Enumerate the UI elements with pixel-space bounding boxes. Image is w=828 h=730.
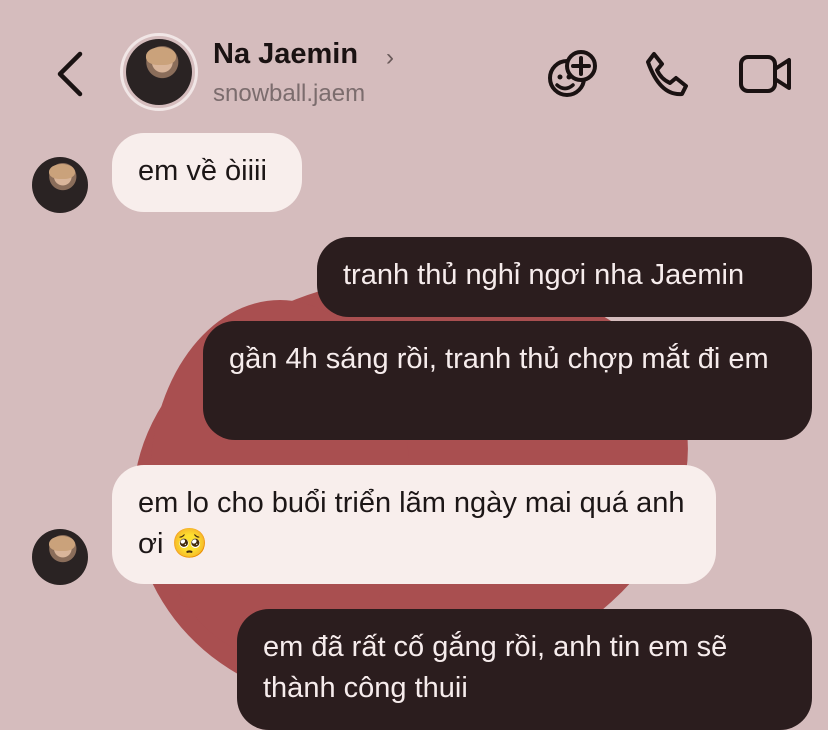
avatar[interactable] bbox=[32, 529, 88, 585]
add-effect-icon bbox=[548, 50, 597, 97]
video-icon bbox=[739, 55, 791, 93]
incoming-message[interactable]: em lo cho buổi triển lãm ngày mai quá an… bbox=[112, 465, 716, 584]
outgoing-message[interactable]: em đã rất cố gắng rồi, anh tin em sẽ thà… bbox=[237, 609, 812, 730]
phone-icon bbox=[646, 52, 688, 97]
contact-username: snowball.jaem bbox=[213, 80, 366, 107]
back-icon bbox=[57, 51, 83, 97]
contact-name[interactable]: Na Jaemin bbox=[213, 38, 358, 71]
avatar[interactable] bbox=[32, 157, 88, 213]
back-button[interactable] bbox=[48, 48, 92, 100]
avatar[interactable] bbox=[126, 39, 192, 105]
outgoing-message[interactable]: gần 4h sáng rồi, tranh thủ chợp mắt đi e… bbox=[203, 321, 812, 440]
video-call-button[interactable] bbox=[738, 53, 792, 100]
outgoing-message[interactable]: tranh thủ nghỉ ngơi nha Jaemin bbox=[317, 237, 812, 317]
incoming-message[interactable]: em về òiiii bbox=[112, 133, 302, 212]
effects-button[interactable] bbox=[545, 48, 599, 105]
call-button[interactable] bbox=[642, 50, 690, 103]
chevron-right-icon[interactable]: › bbox=[386, 44, 394, 72]
chat-header: Na Jaemin › snowball.jaem bbox=[0, 0, 828, 130]
